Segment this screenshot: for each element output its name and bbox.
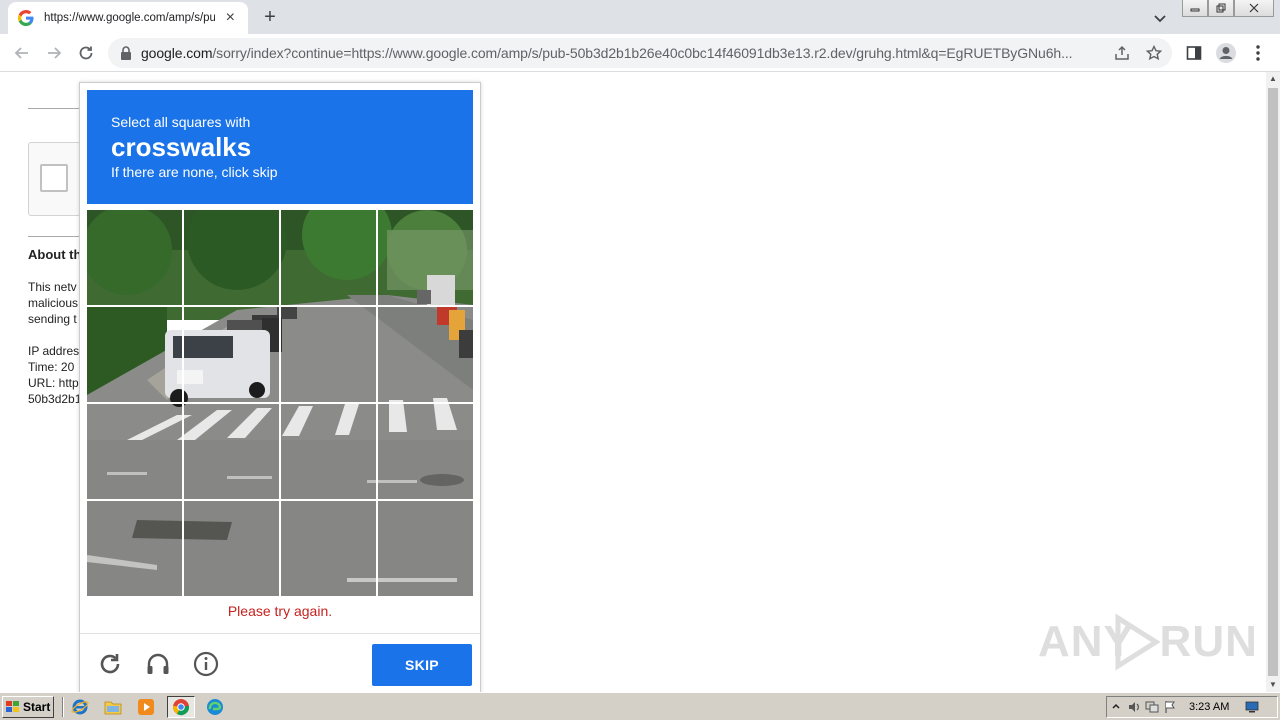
image-tile[interactable] (87, 404, 182, 499)
image-tile[interactable] (184, 404, 279, 499)
close-tab-icon[interactable]: × (223, 10, 239, 26)
scroll-down-arrow-icon[interactable]: ▼ (1266, 678, 1280, 692)
image-tile[interactable] (378, 404, 473, 499)
forward-icon[interactable] (42, 41, 66, 65)
tray-expand-icon[interactable] (1107, 699, 1125, 715)
image-tile[interactable] (87, 210, 182, 305)
tab-strip: https://www.google.com/amp/s/pub-50b3d2b… (0, 0, 1280, 34)
image-tile[interactable] (378, 210, 473, 305)
image-tile[interactable] (87, 501, 182, 596)
info-line: 50b3d2b1 (28, 392, 82, 406)
back-icon[interactable] (10, 41, 34, 65)
url-path: /sorry/index?continue=https://www.google… (212, 45, 1073, 61)
about-heading: About th (28, 247, 82, 262)
image-tile[interactable] (184, 501, 279, 596)
profile-avatar-icon[interactable] (1214, 41, 1238, 65)
error-message: Please try again. (227, 603, 333, 619)
show-desktop-icon[interactable] (1243, 699, 1261, 715)
google-g-icon (18, 10, 34, 26)
scroll-thumb[interactable] (1268, 88, 1278, 676)
info-line: IP addres (28, 344, 80, 358)
start-label: Start (23, 700, 51, 714)
taskbar-separator (62, 697, 64, 717)
image-tile[interactable] (184, 307, 279, 402)
new-tab-button[interactable]: + (258, 6, 282, 30)
close-window-button[interactable] (1234, 0, 1274, 17)
description-line: sending t (28, 312, 77, 326)
browser-toolbar: google.com/sorry/index?continue=https://… (0, 34, 1280, 72)
menu-kebab-icon[interactable] (1246, 41, 1270, 65)
network-icon[interactable] (1143, 699, 1161, 715)
image-grid (87, 210, 473, 596)
challenge-header: Select all squares with crosswalks If th… (87, 90, 473, 204)
info-line: URL: http (28, 376, 79, 390)
minimize-window-button[interactable] (1182, 0, 1208, 17)
description-line: malicious (28, 296, 79, 310)
image-tile[interactable] (281, 404, 376, 499)
page-scrollbar[interactable]: ▲ ▼ (1266, 72, 1280, 692)
skip-button[interactable]: SKIP (372, 644, 472, 686)
instruction-line: Select all squares with (111, 114, 251, 130)
windows-flag-icon (6, 701, 19, 712)
image-tile[interactable] (281, 501, 376, 596)
lock-icon[interactable] (118, 45, 134, 61)
challenge-footer: SKIP (80, 633, 480, 693)
image-tile[interactable] (281, 210, 376, 305)
reload-page-icon[interactable] (74, 41, 98, 65)
start-button[interactable]: Start (2, 696, 54, 718)
reload-icon[interactable] (96, 650, 124, 678)
browser-tab[interactable]: https://www.google.com/amp/s/pub-50b3d2b… (8, 2, 248, 34)
anyrun-watermark: ANY RUN (1038, 612, 1258, 672)
image-tile[interactable] (184, 210, 279, 305)
bookmark-star-icon[interactable] (1146, 45, 1162, 61)
action-center-flag-icon[interactable] (1161, 699, 1179, 715)
image-tile[interactable] (281, 307, 376, 402)
recaptcha-checkbox[interactable] (40, 164, 68, 192)
image-tile[interactable] (378, 307, 473, 402)
description-line: This netv (28, 280, 77, 294)
folder-icon[interactable] (101, 696, 125, 718)
edge-icon[interactable] (203, 696, 227, 718)
image-tile[interactable] (378, 501, 473, 596)
tab-title: https://www.google.com/amp/s/pub-50b3d2b… (44, 12, 215, 24)
taskbar: Start 3:23 AM (0, 692, 1280, 720)
url-text: google.com/sorry/index?continue=https://… (141, 45, 1103, 61)
info-icon[interactable] (192, 650, 220, 678)
address-bar[interactable]: google.com/sorry/index?continue=https://… (108, 38, 1172, 68)
image-tile[interactable] (87, 307, 182, 402)
scroll-up-arrow-icon[interactable]: ▲ (1266, 72, 1280, 86)
screen: https://www.google.com/amp/s/pub-50b3d2b… (0, 0, 1280, 720)
system-clock[interactable]: 3:23 AM (1189, 701, 1229, 713)
recaptcha-challenge: Select all squares with crosswalks If th… (79, 82, 481, 694)
media-player-icon[interactable] (134, 696, 158, 718)
instruction-hint: If there are none, click skip (111, 164, 278, 180)
info-line: Time: 20 (28, 360, 75, 374)
restore-window-button[interactable] (1208, 0, 1234, 17)
side-panel-icon[interactable] (1182, 41, 1206, 65)
audio-headphones-icon[interactable] (144, 650, 172, 678)
challenge-target: crosswalks (111, 132, 252, 162)
share-icon[interactable] (1114, 45, 1130, 61)
tab-search-chevron-icon[interactable] (1150, 8, 1170, 28)
play-logo-icon (1115, 613, 1161, 671)
system-tray: 3:23 AM (1106, 696, 1278, 718)
window-controls (1182, 0, 1274, 18)
volume-icon[interactable] (1125, 699, 1143, 715)
internet-explorer-icon[interactable] (68, 696, 92, 718)
url-host: google.com (141, 45, 213, 61)
chrome-icon[interactable] (167, 696, 195, 718)
